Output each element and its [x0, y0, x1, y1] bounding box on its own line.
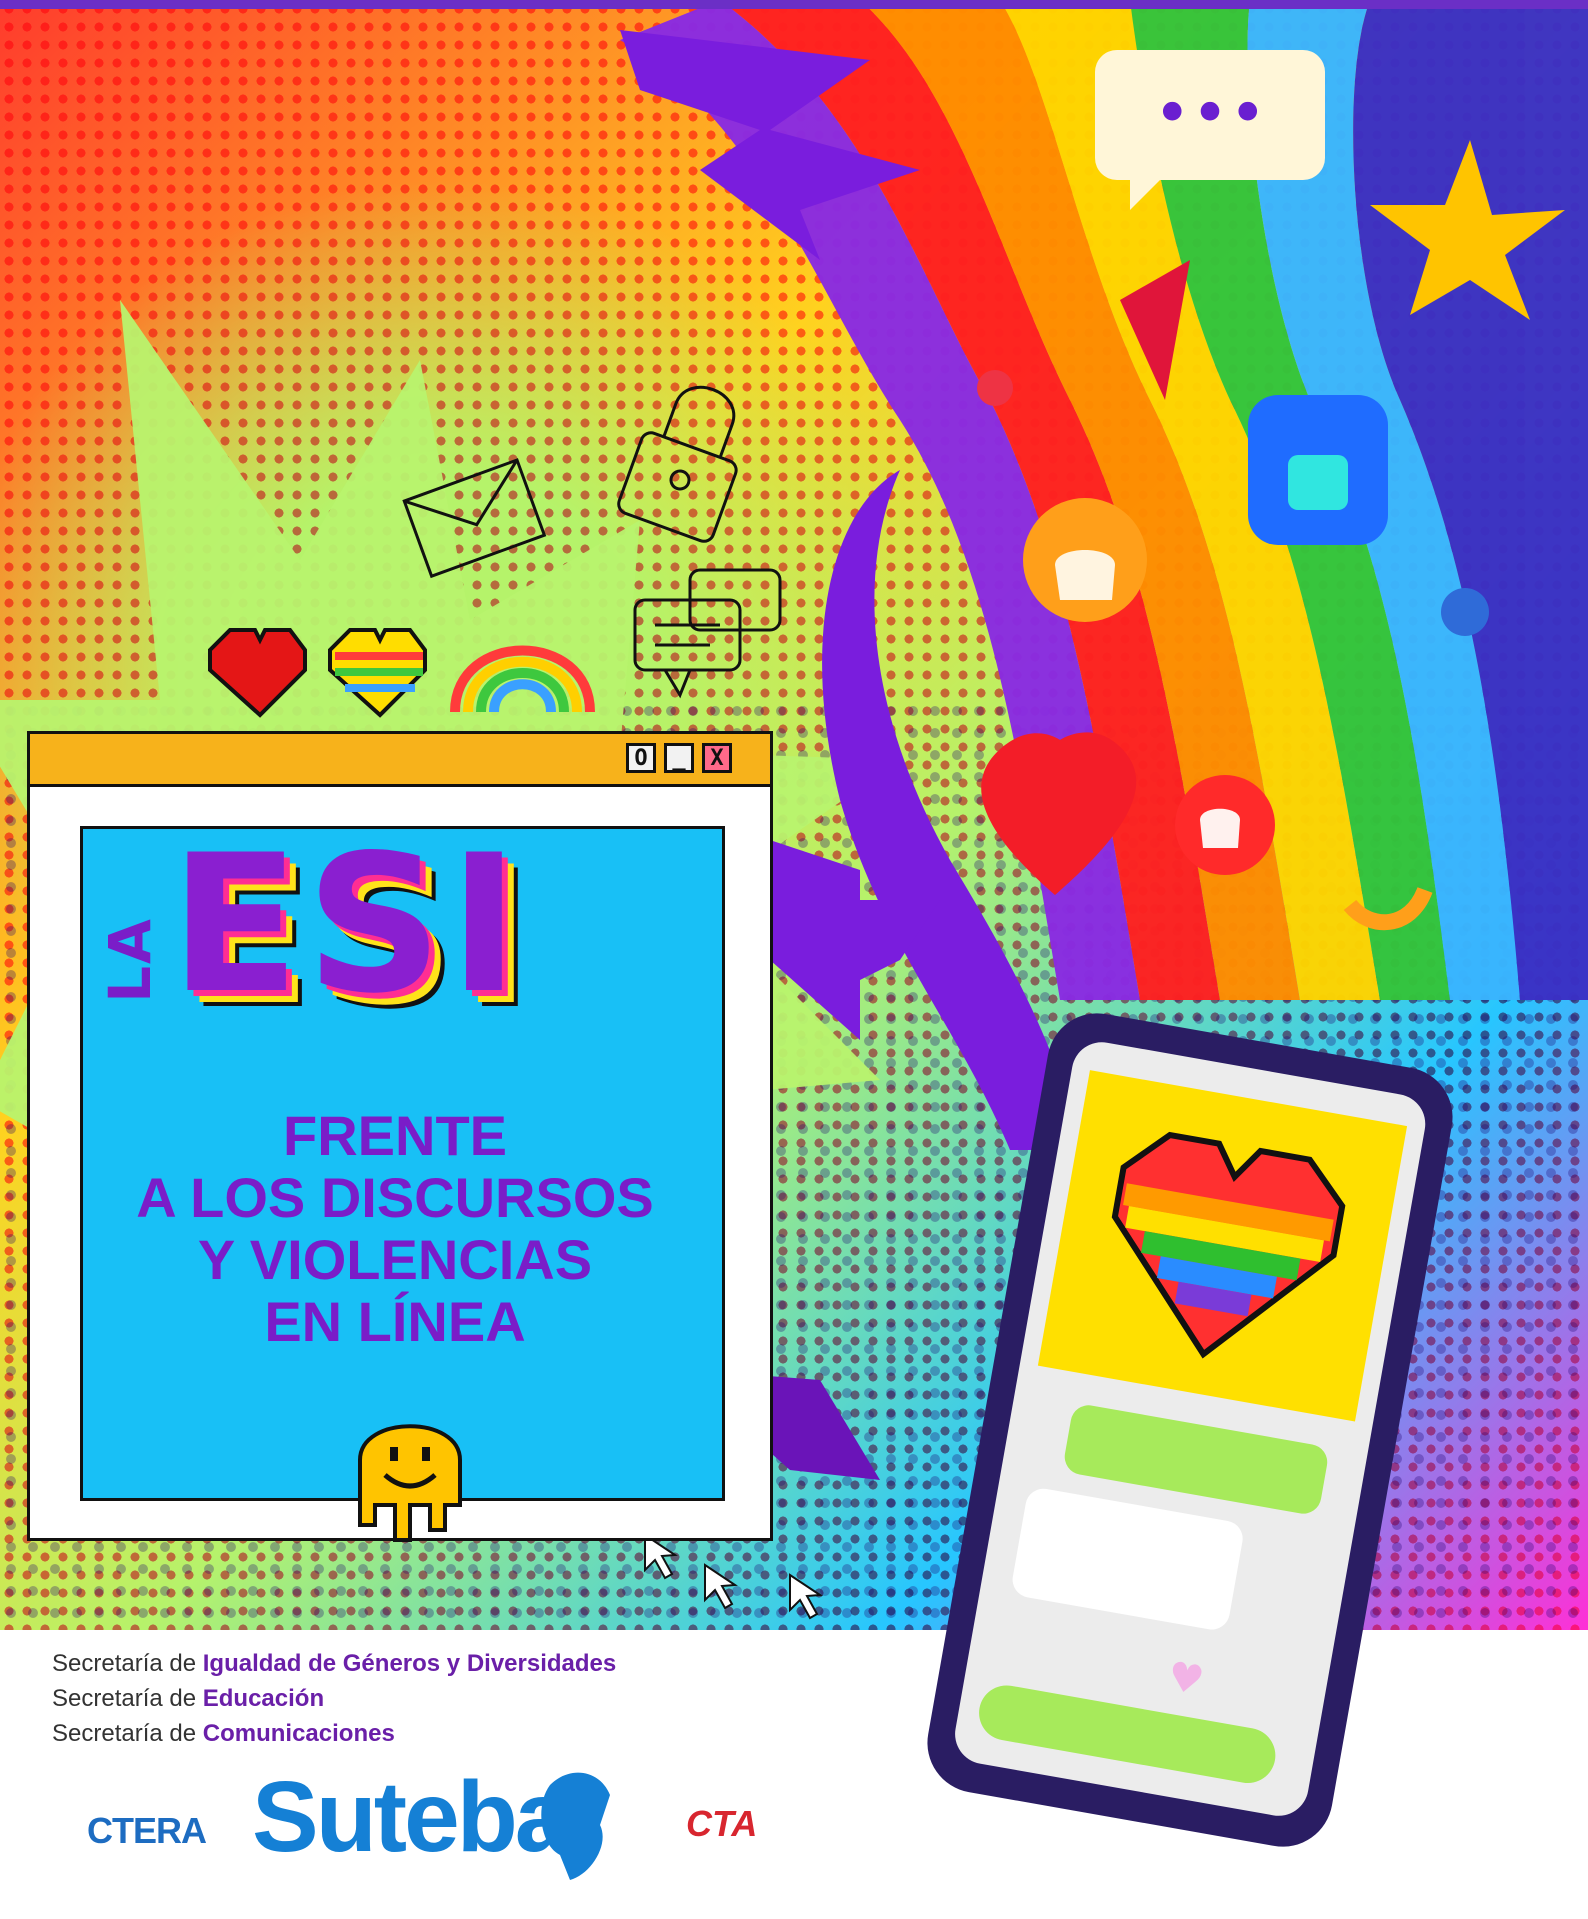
- suteba-hand-icon: [541, 1772, 610, 1880]
- phone-image: [1037, 1070, 1408, 1422]
- subtitle-line: EN LÍNEA: [264, 1290, 526, 1353]
- window-maximize-button: O: [626, 743, 656, 773]
- padlock-icon: [617, 385, 738, 543]
- window-titlebar: O _ X: [30, 734, 770, 787]
- small-heart-icon: ♥: [1163, 1653, 1208, 1705]
- smiley-icon: [358, 1424, 462, 1542]
- credit-line: Secretaría de Educación: [52, 1685, 325, 1712]
- pixel-rainbow-heart-icon: [1111, 1131, 1346, 1359]
- chat-bubble-sent: [1009, 1485, 1246, 1633]
- window-close-button: X: [702, 743, 732, 773]
- top-strip: [0, 0, 1588, 9]
- subtitle-line: Y VIOLENCIAS: [197, 1228, 593, 1291]
- credit-line: Secretaría de Igualdad de Géneros y Dive…: [52, 1650, 617, 1677]
- thumbs-up-icon: [1248, 395, 1388, 545]
- subtitle-line: FRENTE: [283, 1104, 507, 1167]
- cta-logo: CTA: [686, 1803, 758, 1844]
- suteba-logo: Suteba: [252, 1761, 570, 1873]
- chat-bubble-dots: •••: [1153, 77, 1266, 151]
- ctera-logo: CTERA: [87, 1810, 207, 1851]
- credits: Secretaría de Igualdad de Géneros y Dive…: [52, 1646, 616, 1751]
- window-minimize-button: _: [664, 743, 694, 773]
- subtitle: FRENTE A LOS DISCURSOS Y VIOLENCIAS EN L…: [80, 1105, 710, 1353]
- chat-icon: [633, 568, 782, 699]
- title-prefix: LA: [96, 917, 164, 1003]
- message-input-bar: [974, 1681, 1280, 1788]
- subtitle-line: A LOS DISCURSOS: [136, 1166, 654, 1229]
- credit-line: Secretaría de Comunicaciones: [52, 1720, 395, 1747]
- main-title: ESI: [170, 814, 526, 1035]
